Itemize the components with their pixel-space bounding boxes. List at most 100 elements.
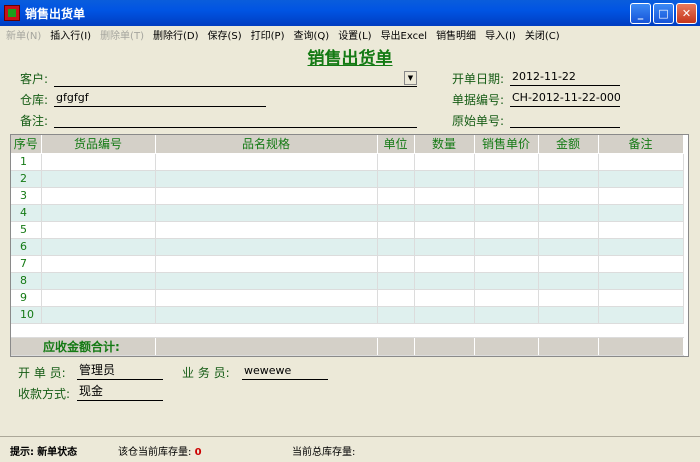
cell[interactable] bbox=[598, 238, 684, 256]
cell[interactable] bbox=[538, 170, 599, 188]
cell[interactable] bbox=[41, 272, 156, 290]
cell[interactable] bbox=[538, 255, 599, 273]
table-row[interactable]: 9 bbox=[11, 289, 684, 307]
cell[interactable] bbox=[377, 289, 415, 307]
cell[interactable] bbox=[377, 153, 415, 171]
menu-import[interactable]: 导入(I) bbox=[485, 27, 516, 42]
cell[interactable] bbox=[414, 238, 475, 256]
customer-combobox[interactable]: ▼ bbox=[54, 70, 417, 87]
cell[interactable] bbox=[155, 170, 378, 188]
cell[interactable] bbox=[155, 255, 378, 273]
cell[interactable] bbox=[538, 153, 599, 171]
cell[interactable] bbox=[598, 272, 684, 290]
cell[interactable] bbox=[474, 187, 539, 205]
cell[interactable] bbox=[155, 272, 378, 290]
cell[interactable] bbox=[414, 289, 475, 307]
menu-close[interactable]: 关闭(C) bbox=[525, 27, 560, 42]
cell[interactable] bbox=[377, 221, 415, 239]
cell[interactable] bbox=[155, 238, 378, 256]
remark-field[interactable] bbox=[54, 111, 417, 128]
minimize-icon[interactable]: _ bbox=[630, 3, 651, 24]
col-header-amount[interactable]: 金额 bbox=[538, 135, 599, 154]
chevron-down-icon[interactable]: ▼ bbox=[404, 71, 417, 85]
cell[interactable] bbox=[474, 221, 539, 239]
cell[interactable] bbox=[414, 187, 475, 205]
cell[interactable] bbox=[41, 204, 156, 222]
menu-query[interactable]: 查询(Q) bbox=[294, 27, 330, 42]
cell[interactable] bbox=[377, 170, 415, 188]
table-row[interactable]: 3 bbox=[11, 187, 684, 205]
menu-delete-row[interactable]: 删除行(D) bbox=[153, 27, 199, 42]
cell[interactable] bbox=[41, 187, 156, 205]
cell[interactable] bbox=[414, 204, 475, 222]
cell[interactable] bbox=[538, 221, 599, 239]
cell[interactable] bbox=[414, 153, 475, 171]
cell[interactable] bbox=[538, 272, 599, 290]
cell[interactable] bbox=[41, 170, 156, 188]
menu-export-excel[interactable]: 导出Excel bbox=[381, 27, 428, 42]
cell[interactable] bbox=[41, 255, 156, 273]
menu-save[interactable]: 保存(S) bbox=[208, 27, 242, 42]
table-row[interactable]: 4 bbox=[11, 204, 684, 222]
cell[interactable] bbox=[377, 306, 415, 324]
cell[interactable] bbox=[474, 289, 539, 307]
cell[interactable] bbox=[474, 238, 539, 256]
cell[interactable] bbox=[414, 221, 475, 239]
cell[interactable] bbox=[41, 221, 156, 239]
cell[interactable] bbox=[414, 170, 475, 188]
cell[interactable] bbox=[41, 306, 156, 324]
cell[interactable] bbox=[155, 221, 378, 239]
cell[interactable] bbox=[538, 187, 599, 205]
menu-insert-row[interactable]: 插入行(I) bbox=[50, 27, 91, 42]
cell[interactable] bbox=[41, 289, 156, 307]
table-row[interactable]: 8 bbox=[11, 272, 684, 290]
cell[interactable] bbox=[598, 204, 684, 222]
cell[interactable] bbox=[474, 170, 539, 188]
cell[interactable] bbox=[474, 204, 539, 222]
cell[interactable] bbox=[377, 272, 415, 290]
col-header-item-code[interactable]: 货品编号 bbox=[41, 135, 156, 154]
cell[interactable] bbox=[474, 306, 539, 324]
menu-settings[interactable]: 设置(L) bbox=[338, 27, 371, 42]
menu-delete-doc[interactable]: 删除单(T) bbox=[100, 27, 144, 42]
table-row[interactable]: 5 bbox=[11, 221, 684, 239]
cell[interactable] bbox=[538, 204, 599, 222]
cell[interactable] bbox=[598, 153, 684, 171]
payment-field[interactable]: 现金 bbox=[77, 384, 163, 401]
cell[interactable] bbox=[474, 255, 539, 273]
cell[interactable] bbox=[598, 306, 684, 324]
col-header-remark[interactable]: 备注 bbox=[598, 135, 684, 154]
cell[interactable] bbox=[474, 272, 539, 290]
table-row[interactable]: 1 bbox=[11, 153, 684, 171]
table-row[interactable]: 2 bbox=[11, 170, 684, 188]
col-header-price[interactable]: 销售单价 bbox=[474, 135, 539, 154]
close-icon[interactable]: ✕ bbox=[676, 3, 697, 24]
items-grid[interactable]: 序号 货品编号 品名规格 单位 数量 销售单价 金额 备注 1 2 3 4 5 … bbox=[10, 134, 689, 357]
menu-sales-detail[interactable]: 销售明细 bbox=[436, 27, 476, 42]
cell[interactable] bbox=[155, 204, 378, 222]
creator-field[interactable]: 管理员 bbox=[77, 363, 163, 380]
cell[interactable] bbox=[414, 272, 475, 290]
cell[interactable] bbox=[538, 306, 599, 324]
menu-print[interactable]: 打印(P) bbox=[251, 27, 285, 42]
table-row[interactable]: 7 bbox=[11, 255, 684, 273]
cell[interactable] bbox=[377, 187, 415, 205]
cell[interactable] bbox=[155, 153, 378, 171]
cell[interactable] bbox=[155, 187, 378, 205]
table-row[interactable]: 6 bbox=[11, 238, 684, 256]
col-header-qty[interactable]: 数量 bbox=[414, 135, 475, 154]
cell[interactable] bbox=[41, 238, 156, 256]
cell[interactable] bbox=[377, 238, 415, 256]
maximize-icon[interactable]: □ bbox=[653, 3, 674, 24]
salesman-field[interactable]: wewewe bbox=[242, 363, 328, 380]
cell[interactable] bbox=[41, 153, 156, 171]
cell[interactable] bbox=[155, 306, 378, 324]
cell[interactable] bbox=[598, 255, 684, 273]
cell[interactable] bbox=[414, 306, 475, 324]
cell[interactable] bbox=[414, 255, 475, 273]
col-header-seq[interactable]: 序号 bbox=[11, 135, 42, 154]
col-header-unit[interactable]: 单位 bbox=[377, 135, 415, 154]
cell[interactable] bbox=[538, 289, 599, 307]
cell[interactable] bbox=[377, 204, 415, 222]
cell[interactable] bbox=[598, 289, 684, 307]
